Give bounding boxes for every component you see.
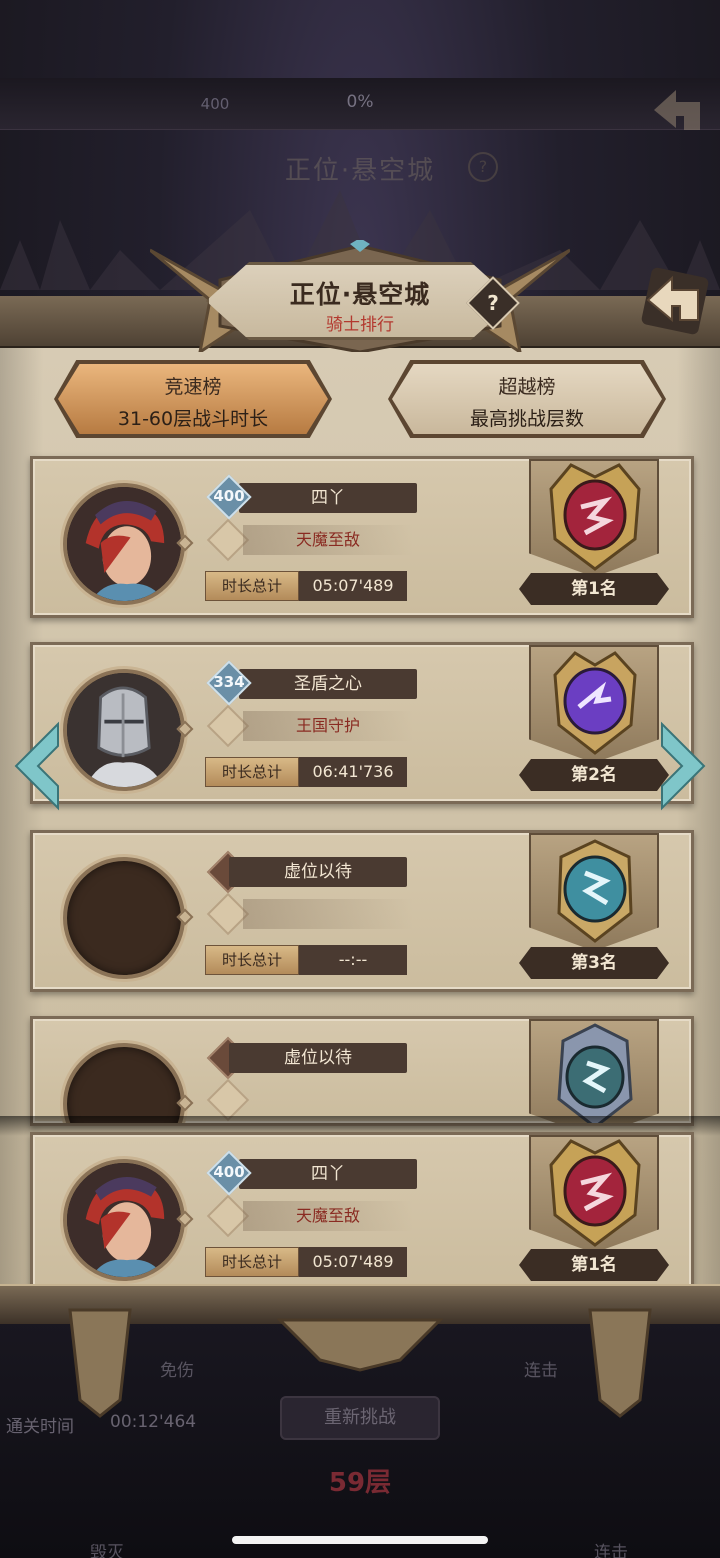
- rank-medal-icon: [557, 1023, 633, 1123]
- next-page-arrow[interactable]: [658, 720, 710, 812]
- hud-skill-combo-label: 连击: [594, 1543, 628, 1558]
- red-hair-hero-portrait: [67, 487, 181, 601]
- rank-medal-icon: [549, 463, 641, 571]
- player-name: 四丫: [239, 483, 417, 513]
- rank-medal-icon: [549, 1139, 641, 1247]
- rank-label: 第1名: [519, 573, 669, 605]
- panel-subtitle: 骑士排行: [326, 315, 394, 335]
- hud-skill-destroy-label: 毁灭: [90, 1543, 124, 1558]
- tab-surpass-ranking[interactable]: 超越榜 最高挑战层数: [392, 364, 662, 434]
- level-number: 334: [213, 673, 245, 691]
- player-name: 虚位以待: [229, 857, 407, 887]
- avatar-empty: [63, 857, 185, 979]
- rank-label: 第1名: [519, 1249, 669, 1281]
- background-level-badge: 400: [200, 95, 230, 113]
- level-badge: 400: [206, 474, 252, 520]
- level-badge: 400: [206, 1150, 252, 1196]
- player-name: 四丫: [239, 1159, 417, 1189]
- time-total-value: 06:41'736: [299, 757, 407, 787]
- time-total-value: --:--: [299, 945, 407, 975]
- back-button[interactable]: [640, 266, 710, 336]
- avatar-empty: [63, 1043, 185, 1123]
- rank-card-4[interactable]: 虚位以待: [30, 1016, 694, 1126]
- rank-label: 第3名: [519, 947, 669, 979]
- level-number: 400: [213, 1163, 245, 1181]
- player-title: 天魔至敌: [243, 525, 413, 555]
- player-name: 圣盾之心: [239, 669, 417, 699]
- retry-button[interactable]: 重新挑战: [280, 1396, 440, 1440]
- hud-clear-time-value: 00:12'464: [110, 1412, 197, 1432]
- player-title: 天魔至敌: [243, 1201, 413, 1231]
- avatar[interactable]: [63, 483, 185, 605]
- hud-combo-label: 连击: [524, 1361, 558, 1381]
- tab-speed-ranking[interactable]: 竞速榜 31-60层战斗时长: [58, 364, 328, 434]
- background-back-icon: [654, 90, 700, 130]
- armored-knight-portrait: [67, 673, 181, 787]
- hud-damage-reduction-label: 免伤: [160, 1361, 194, 1381]
- time-total-value: 05:07'489: [299, 571, 407, 601]
- time-total-label: 时长总计: [205, 571, 299, 601]
- avatar[interactable]: [63, 1159, 185, 1281]
- time-total-label: 时长总计: [205, 1247, 299, 1277]
- player-name: 虚位以待: [229, 1043, 407, 1073]
- rank-medal-icon: [557, 839, 633, 943]
- time-total-label: 时长总计: [205, 757, 299, 787]
- tab-surpass-desc: 最高挑战层数: [469, 408, 584, 430]
- tab-speed-desc: 31-60层战斗时长: [117, 408, 269, 430]
- time-total-value: 05:07'489: [299, 1247, 407, 1277]
- avatar[interactable]: [63, 669, 185, 791]
- tab-speed-title: 竞速榜: [164, 376, 222, 398]
- player-title: [243, 899, 413, 929]
- background-help-icon: ?: [468, 152, 498, 182]
- hud-clear-time-label: 通关时间: [6, 1417, 74, 1437]
- level-badge: 334: [206, 660, 252, 706]
- rank-card-2[interactable]: 圣盾之心 334 王国守护 时长总计 06:41'736 第2名: [30, 642, 694, 804]
- hud-floor: 59层: [328, 1468, 392, 1498]
- help-icon: ?: [487, 291, 499, 315]
- rank-medal-icon: [553, 651, 637, 755]
- level-number: 400: [213, 487, 245, 505]
- rank-card-3[interactable]: 虚位以待 时长总计 --:-- 第3名: [30, 830, 694, 992]
- red-hair-hero-portrait: [67, 1163, 181, 1277]
- tab-surpass-title: 超越榜: [498, 376, 556, 398]
- background-progress-text: 0%: [346, 92, 374, 112]
- rank-card-1[interactable]: 四丫 400 天魔至敌 时长总计 05:07'489 第1名: [30, 456, 694, 618]
- previous-page-arrow[interactable]: [10, 720, 62, 812]
- time-total-label: 时长总计: [205, 945, 299, 975]
- rank-label: 第2名: [519, 759, 669, 791]
- title-emblem-icon: [206, 1078, 250, 1122]
- home-indicator[interactable]: [232, 1536, 488, 1544]
- my-rank-card[interactable]: 四丫 400 天魔至敌 时长总计 05:07'489 第1名: [30, 1132, 694, 1292]
- player-title: 王国守护: [243, 711, 413, 741]
